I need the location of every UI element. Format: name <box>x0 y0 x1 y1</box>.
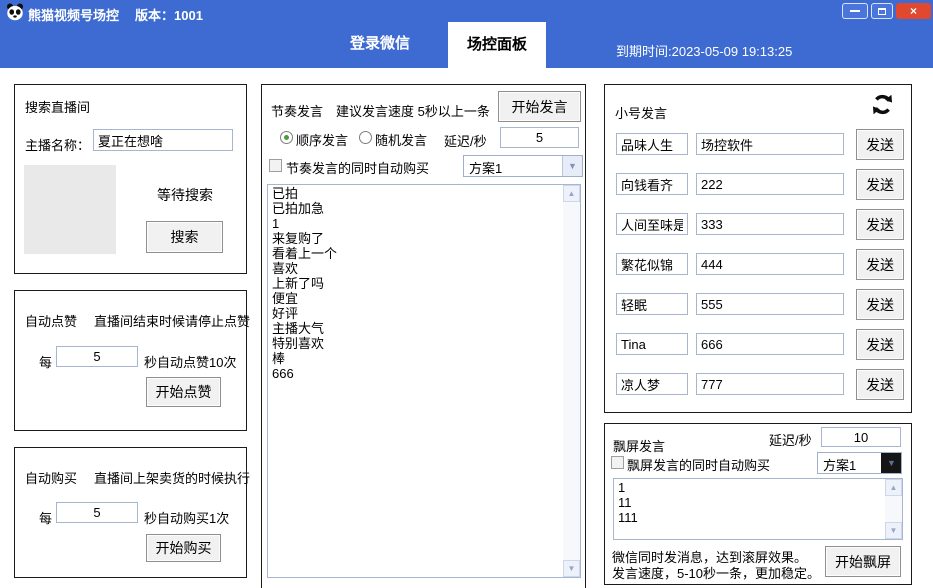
rhythm-speech-panel: 节奏发言 建议发言速度 5秒以上一条 开始发言 顺序发言 随机发言 延迟/秒 节… <box>261 84 586 588</box>
alt-account-name-input[interactable] <box>616 133 688 155</box>
alt-accounts-title: 小号发言 <box>615 103 667 122</box>
alt-accounts-panel: 小号发言 发送 发送 发送 发送 发送 <box>604 84 912 413</box>
tab-login-wechat[interactable]: 登录微信 <box>320 32 440 53</box>
rhythm-title: 节奏发言 <box>271 101 323 120</box>
float-title: 飘屏发言 <box>613 436 665 455</box>
rhythm-autobuy-label: 节奏发言的同时自动购买 <box>286 158 429 177</box>
alt-account-message-input[interactable] <box>696 133 844 155</box>
float-note-line2: 发言速度，5-10秒一条，更加稳定。 <box>612 563 820 582</box>
scroll-up-icon[interactable]: ▲ <box>885 479 902 496</box>
send-button[interactable]: 发送 <box>856 249 904 280</box>
rhythm-plan-select[interactable]: 方案1 ▼ <box>463 155 583 177</box>
scroll-down-icon[interactable]: ▼ <box>563 560 580 577</box>
refresh-icon[interactable] <box>869 91 896 123</box>
rhythm-scrollbar[interactable]: ▲ ▼ <box>563 185 580 577</box>
app-version-text: 版本：1001 <box>135 8 203 23</box>
window-title: 熊猫视频号场控 版本：1001 <box>28 5 203 24</box>
auto-buy-title: 自动购买 <box>25 468 77 487</box>
host-name-label: 主播名称： <box>25 135 90 154</box>
minimize-button[interactable] <box>842 3 868 19</box>
auto-buy-every-label: 每 <box>39 508 52 527</box>
search-button[interactable]: 搜索 <box>146 221 223 253</box>
float-autobuy-label: 飘屏发言的同时自动购买 <box>627 455 770 474</box>
start-speech-button[interactable]: 开始发言 <box>498 91 581 122</box>
minimize-icon <box>850 10 860 12</box>
rhythm-messages-textarea[interactable]: 已拍 已拍加急 1 来复购了 看着上一个 喜欢 上新了吗 便宜 好评 主播大气 … <box>268 185 563 577</box>
rhythm-plan-value: 方案1 <box>464 156 562 176</box>
scroll-down-icon[interactable]: ▼ <box>885 522 902 539</box>
auto-buy-suffix: 秒自动购买1次 <box>144 508 229 527</box>
auto-like-interval-input[interactable] <box>56 346 138 367</box>
search-liveroom-panel: 搜索直播间 主播名称： 等待搜索 搜索 <box>14 84 247 274</box>
auto-like-every-label: 每 <box>39 352 52 371</box>
radio-sequential-label: 顺序发言 <box>296 130 348 149</box>
close-icon: × <box>910 4 917 18</box>
tab-control-panel[interactable]: 场控面板 <box>448 22 546 68</box>
search-panel-title: 搜索直播间 <box>25 97 90 116</box>
send-button[interactable]: 发送 <box>856 329 904 360</box>
rhythm-messages-box: 已拍 已拍加急 1 来复购了 看着上一个 喜欢 上新了吗 便宜 好评 主播大气 … <box>267 184 581 578</box>
auto-like-hint: 直播间结束时候请停止点赞 <box>94 311 250 330</box>
expiry-time-text: 到期时间:2023-05-09 19:13:25 <box>616 41 792 60</box>
maximize-icon <box>878 8 886 15</box>
radio-sequential-speech[interactable] <box>280 131 293 144</box>
float-screen-panel: 飘屏发言 延迟/秒 飘屏发言的同时自动购买 方案1 ▼ 1 11 111 ▲ ▼… <box>604 423 912 585</box>
alt-account-name-input[interactable] <box>616 213 688 235</box>
auto-buy-panel: 自动购买 直播间上架卖货的时候执行 每 秒自动购买1次 开始购买 <box>14 447 247 578</box>
alt-account-name-input[interactable] <box>616 333 688 355</box>
float-messages-textarea[interactable]: 1 11 111 <box>614 479 885 539</box>
float-plan-value: 方案1 <box>818 453 881 473</box>
alt-account-message-input[interactable] <box>696 293 844 315</box>
start-buy-button[interactable]: 开始购买 <box>146 534 221 562</box>
radio-random-label: 随机发言 <box>375 130 427 149</box>
float-delay-label: 延迟/秒 <box>769 430 812 449</box>
alt-account-name-input[interactable] <box>616 173 688 195</box>
close-button[interactable]: × <box>896 3 931 19</box>
liveroom-thumbnail-placeholder <box>24 165 116 254</box>
panda-logo-icon <box>6 3 24 26</box>
alt-account-name-input[interactable] <box>616 293 688 315</box>
auto-buy-interval-input[interactable] <box>56 502 138 523</box>
radio-random-speech[interactable] <box>359 131 372 144</box>
send-button[interactable]: 发送 <box>856 289 904 320</box>
alt-account-message-input[interactable] <box>696 253 844 275</box>
send-button[interactable]: 发送 <box>856 209 904 240</box>
titlebar: 熊猫视频号场控 版本：1001 × 登录微信 场控面板 到期时间:2023-05-… <box>0 0 933 68</box>
alt-account-name-input[interactable] <box>616 373 688 395</box>
send-button[interactable]: 发送 <box>856 169 904 200</box>
app-title-text: 熊猫视频号场控 <box>28 8 119 23</box>
rhythm-plan-dropdown-arrow-icon: ▼ <box>562 156 582 176</box>
send-button[interactable]: 发送 <box>856 369 904 400</box>
auto-like-title: 自动点赞 <box>25 311 77 330</box>
rhythm-delay-input[interactable] <box>500 127 579 148</box>
float-delay-input[interactable] <box>821 427 901 447</box>
float-scrollbar[interactable]: ▲ ▼ <box>885 479 902 539</box>
float-plan-dropdown-arrow-icon: ▼ <box>881 453 901 473</box>
host-name-input[interactable] <box>93 129 233 151</box>
alt-account-message-input[interactable] <box>696 373 844 395</box>
auto-like-suffix: 秒自动点赞10次 <box>144 352 236 371</box>
alt-account-message-input[interactable] <box>696 333 844 355</box>
float-messages-box: 1 11 111 ▲ ▼ <box>613 478 903 540</box>
alt-account-message-input[interactable] <box>696 213 844 235</box>
rhythm-delay-label: 延迟/秒 <box>444 131 487 150</box>
alt-account-message-input[interactable] <box>696 173 844 195</box>
search-status-text: 等待搜索 <box>157 185 213 205</box>
scroll-up-icon[interactable]: ▲ <box>563 185 580 202</box>
rhythm-hint: 建议发言速度 5秒以上一条 <box>336 101 490 120</box>
app-window: 熊猫视频号场控 版本：1001 × 登录微信 场控面板 到期时间:2023-05-… <box>0 0 933 588</box>
float-plan-select[interactable]: 方案1 ▼ <box>817 452 902 474</box>
send-button[interactable]: 发送 <box>856 129 904 160</box>
alt-account-name-input[interactable] <box>616 253 688 275</box>
auto-buy-hint: 直播间上架卖货的时候执行 <box>94 468 250 487</box>
start-like-button[interactable]: 开始点赞 <box>146 377 221 407</box>
maximize-button[interactable] <box>871 3 893 19</box>
auto-like-panel: 自动点赞 直播间结束时候请停止点赞 每 秒自动点赞10次 开始点赞 <box>14 290 247 431</box>
rhythm-autobuy-checkbox[interactable] <box>269 159 282 172</box>
float-autobuy-checkbox[interactable] <box>611 456 624 469</box>
start-float-button[interactable]: 开始飘屏 <box>825 546 901 577</box>
